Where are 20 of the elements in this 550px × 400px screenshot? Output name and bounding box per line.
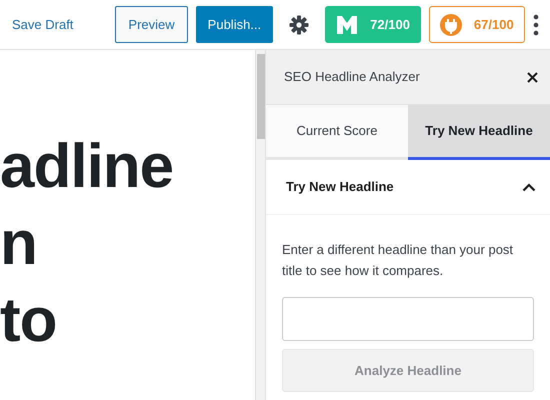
preview-button[interactable]: Preview [115, 6, 188, 43]
logo-icon [336, 14, 358, 34]
panel-title: SEO Headline Analyzer [284, 68, 420, 86]
scrollbar[interactable] [255, 50, 265, 400]
tab[interactable]: Try New Headline [408, 105, 550, 160]
save-draft-link[interactable]: Save Draft [12, 14, 74, 34]
tab[interactable]: Current Score [266, 105, 408, 160]
section-header[interactable]: Try New Headline [266, 160, 550, 215]
publish-button[interactable]: Publish... [196, 6, 274, 43]
logo-icon [440, 14, 462, 36]
headline-input-field[interactable] [282, 297, 534, 341]
section-title: Try New Headline [286, 178, 394, 196]
post-title-text: to [0, 285, 58, 357]
chevron-up-icon[interactable] [522, 182, 536, 192]
post-title-text: adline [0, 131, 174, 203]
description-text: Enter a different headline than your post title to see how it compares. [282, 241, 514, 280]
more-options-icon[interactable] [532, 14, 539, 36]
score-button[interactable]: 67/100 [428, 6, 525, 43]
close-icon[interactable] [527, 72, 538, 82]
post-title-text: n [0, 208, 38, 280]
